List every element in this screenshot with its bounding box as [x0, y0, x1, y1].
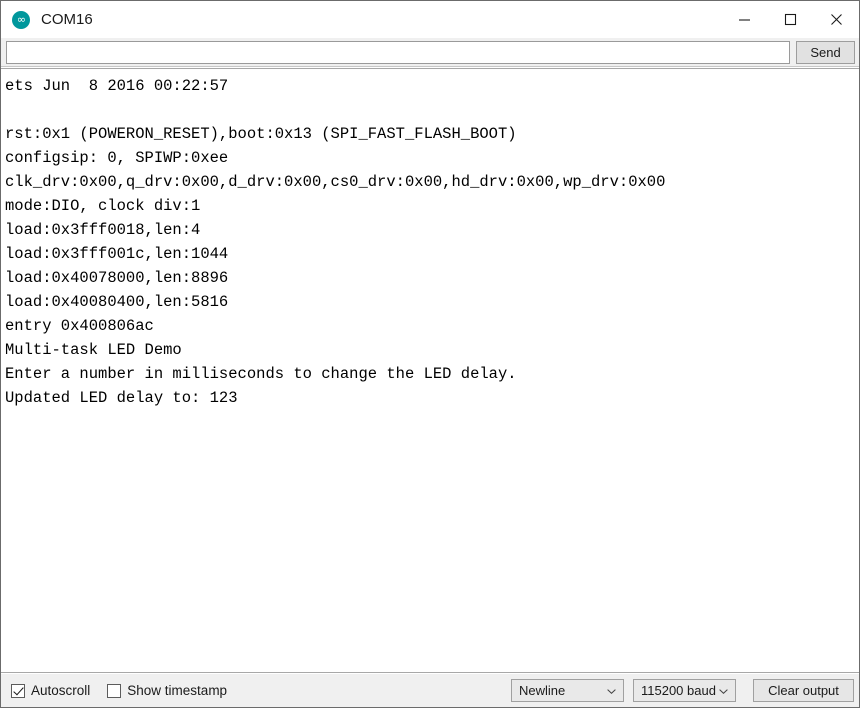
show-timestamp-checkbox[interactable]: Show timestamp	[107, 683, 227, 698]
clear-output-button[interactable]: Clear output	[753, 679, 854, 702]
infinity-glyph: ∞	[16, 13, 26, 26]
output-line: clk_drv:0x00,q_drv:0x00,d_drv:0x00,cs0_d…	[5, 173, 666, 191]
output-line: load:0x3fff001c,len:1044	[5, 245, 229, 263]
output-line: rst:0x1 (POWERON_RESET),boot:0x13 (SPI_F…	[5, 125, 517, 143]
autoscroll-checkbox[interactable]: Autoscroll	[11, 683, 90, 698]
serial-output-lines: ets Jun 8 2016 00:22:57 rst:0x1 (POWERON…	[1, 69, 859, 410]
output-line: entry 0x400806ac	[5, 317, 154, 335]
minimize-icon[interactable]	[721, 1, 767, 38]
maximize-icon[interactable]	[767, 1, 813, 38]
output-line: load:0x40078000,len:8896	[5, 269, 229, 287]
status-bar-right-controls: Newline 115200 baud Clear output	[511, 674, 854, 707]
send-row: Send	[1, 38, 859, 67]
close-icon[interactable]	[813, 1, 859, 38]
chevron-down-icon	[719, 688, 728, 694]
output-line: Enter a number in milliseconds to change…	[5, 365, 517, 383]
output-line: load:0x40080400,len:5816	[5, 293, 229, 311]
output-line: Multi-task LED Demo	[5, 341, 182, 359]
baud-rate-select[interactable]: 115200 baud	[633, 679, 736, 702]
output-line: configsip: 0, SPIWP:0xee	[5, 149, 229, 167]
send-button[interactable]: Send	[796, 41, 855, 64]
checkbox-check-icon	[11, 683, 25, 698]
chevron-down-icon	[607, 688, 616, 694]
baud-rate-value: 115200 baud	[641, 683, 716, 698]
checkbox-empty-icon	[107, 683, 122, 698]
show-timestamp-label: Show timestamp	[127, 683, 228, 698]
window-title: COM16	[41, 11, 93, 28]
output-line: mode:DIO, clock div:1	[5, 197, 201, 215]
title-bar: ∞ COM16	[1, 1, 859, 38]
arduino-infinity-icon: ∞	[12, 10, 30, 29]
autoscroll-label: Autoscroll	[31, 683, 91, 698]
line-ending-select[interactable]: Newline	[511, 679, 624, 702]
window-controls	[721, 1, 859, 38]
serial-monitor-window: ∞ COM16 Send ets Jun 8 2016 00:22:57 rst…	[0, 0, 860, 708]
output-line: Updated LED delay to: 123	[5, 389, 238, 407]
status-bar: Autoscroll Show timestamp Newline 115200…	[1, 674, 859, 707]
output-line: load:0x3fff0018,len:4	[5, 221, 201, 239]
output-line: ets Jun 8 2016 00:22:57	[5, 77, 229, 95]
serial-send-input[interactable]	[6, 41, 790, 64]
serial-output-area[interactable]: ets Jun 8 2016 00:22:57 rst:0x1 (POWERON…	[1, 68, 859, 673]
line-ending-value: Newline	[519, 683, 566, 698]
